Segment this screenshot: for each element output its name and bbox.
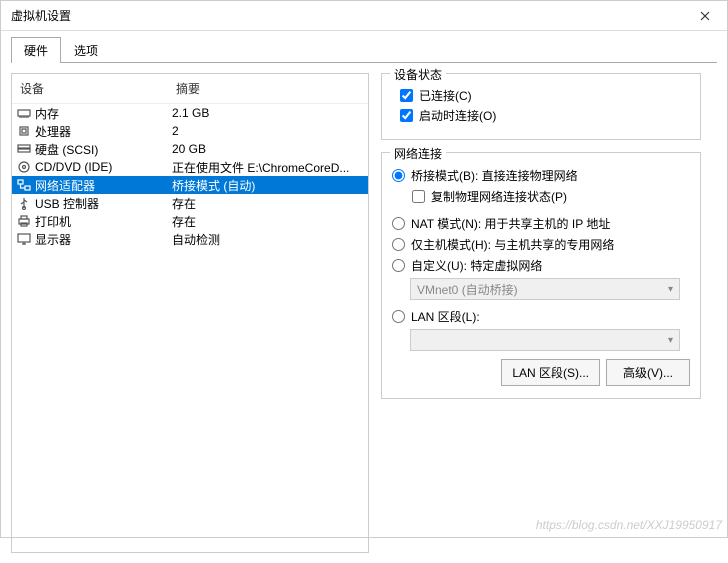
- close-icon: [700, 11, 710, 21]
- titlebar: 虚拟机设置: [1, 1, 727, 31]
- custom-radio-row[interactable]: 自定义(U): 特定虚拟网络: [392, 257, 690, 274]
- header-summary: 摘要: [176, 80, 364, 97]
- nat-radio-row[interactable]: NAT 模式(N): 用于共享主机的 IP 地址: [392, 215, 690, 232]
- chevron-down-icon: ▾: [668, 284, 673, 295]
- header-device: 设备: [16, 80, 176, 97]
- memory-icon: [16, 106, 32, 120]
- bridged-radio-row[interactable]: 桥接模式(B): 直接连接物理网络: [392, 167, 690, 184]
- settings-panel: 设备状态 已连接(C) 启动时连接(O) 网络连接 桥接模式(B): 直接连接物…: [381, 73, 701, 553]
- device-name: 显示器: [35, 231, 71, 248]
- replicate-checkbox-row[interactable]: 复制物理网络连接状态(P): [412, 188, 690, 205]
- device-status-title: 设备状态: [390, 66, 446, 83]
- nat-radio[interactable]: [392, 217, 405, 230]
- device-summary: 正在使用文件 E:\ChromeCoreD...: [172, 159, 364, 176]
- printer-icon: [16, 214, 32, 228]
- connected-label: 已连接(C): [419, 87, 472, 104]
- device-row[interactable]: 硬盘 (SCSI) 20 GB: [12, 140, 368, 158]
- bridged-radio[interactable]: [392, 169, 405, 182]
- hostonly-radio-row[interactable]: 仅主机模式(H): 与主机共享的专用网络: [392, 236, 690, 253]
- device-name: 打印机: [35, 213, 71, 230]
- cd-icon: [16, 160, 32, 174]
- device-summary: 2.1 GB: [172, 106, 364, 120]
- device-summary: 存在: [172, 213, 364, 230]
- chevron-down-icon: ▾: [668, 335, 673, 346]
- advanced-button[interactable]: 高级(V)...: [606, 359, 690, 386]
- device-list-header: 设备 摘要: [12, 74, 368, 104]
- replicate-checkbox[interactable]: [412, 190, 425, 203]
- tab-bar: 硬件 选项: [1, 31, 727, 63]
- device-row[interactable]: 显示器 自动检测: [12, 230, 368, 248]
- hostonly-radio[interactable]: [392, 238, 405, 251]
- connected-checkbox-row[interactable]: 已连接(C): [400, 87, 690, 104]
- connect-at-power-checkbox[interactable]: [400, 109, 413, 122]
- disk-icon: [16, 142, 32, 156]
- device-name: USB 控制器: [35, 195, 99, 212]
- connected-checkbox[interactable]: [400, 89, 413, 102]
- cpu-icon: [16, 124, 32, 138]
- device-summary: 存在: [172, 195, 364, 212]
- device-row[interactable]: CD/DVD (IDE) 正在使用文件 E:\ChromeCoreD...: [12, 158, 368, 176]
- lanseg-combo[interactable]: ▾: [410, 329, 680, 351]
- display-icon: [16, 232, 32, 246]
- device-name: 网络适配器: [35, 177, 95, 194]
- network-icon: [16, 178, 32, 192]
- device-summary: 桥接模式 (自动): [172, 177, 364, 194]
- network-connection-title: 网络连接: [390, 145, 446, 162]
- lanseg-radio[interactable]: [392, 310, 405, 323]
- window-title: 虚拟机设置: [11, 7, 71, 24]
- tab-hardware[interactable]: 硬件: [11, 37, 61, 63]
- device-list-panel: 设备 摘要 内存 2.1 GB 处理器 2 硬盘 (SCSI) 20 GB CD…: [11, 73, 369, 553]
- hostonly-label: 仅主机模式(H): 与主机共享的专用网络: [411, 236, 614, 253]
- network-button-row: LAN 区段(S)... 高级(V)...: [392, 359, 690, 386]
- device-row[interactable]: 处理器 2: [12, 122, 368, 140]
- device-name: 内存: [35, 105, 59, 122]
- usb-icon: [16, 196, 32, 210]
- custom-label: 自定义(U): 特定虚拟网络: [411, 257, 542, 274]
- device-name: 处理器: [35, 123, 71, 140]
- device-row[interactable]: 打印机 存在: [12, 212, 368, 230]
- device-row[interactable]: 内存 2.1 GB: [12, 104, 368, 122]
- content: 设备 摘要 内存 2.1 GB 处理器 2 硬盘 (SCSI) 20 GB CD…: [1, 63, 727, 563]
- device-list: 内存 2.1 GB 处理器 2 硬盘 (SCSI) 20 GB CD/DVD (…: [12, 104, 368, 248]
- device-summary: 20 GB: [172, 142, 364, 156]
- nat-label: NAT 模式(N): 用于共享主机的 IP 地址: [411, 215, 610, 232]
- lanseg-label: LAN 区段(L):: [411, 308, 480, 325]
- network-connection-group: 网络连接 桥接模式(B): 直接连接物理网络 复制物理网络连接状态(P) NAT…: [381, 152, 701, 399]
- device-name: CD/DVD (IDE): [35, 160, 112, 174]
- device-row[interactable]: 网络适配器 桥接模式 (自动): [12, 176, 368, 194]
- tab-options[interactable]: 选项: [61, 37, 111, 63]
- device-status-group: 设备状态 已连接(C) 启动时连接(O): [381, 73, 701, 140]
- lanseg-radio-row[interactable]: LAN 区段(L):: [392, 308, 690, 325]
- device-name: 硬盘 (SCSI): [35, 141, 98, 158]
- connect-at-power-checkbox-row[interactable]: 启动时连接(O): [400, 107, 690, 124]
- device-summary: 2: [172, 124, 364, 138]
- lan-segments-button[interactable]: LAN 区段(S)...: [501, 359, 600, 386]
- custom-radio[interactable]: [392, 259, 405, 272]
- close-button[interactable]: [682, 1, 727, 31]
- custom-network-value: VMnet0 (自动桥接): [417, 281, 518, 298]
- device-summary: 自动检测: [172, 231, 364, 248]
- custom-network-combo[interactable]: VMnet0 (自动桥接) ▾: [410, 278, 680, 300]
- connect-at-power-label: 启动时连接(O): [419, 107, 496, 124]
- device-row[interactable]: USB 控制器 存在: [12, 194, 368, 212]
- bridged-label: 桥接模式(B): 直接连接物理网络: [411, 167, 578, 184]
- replicate-label: 复制物理网络连接状态(P): [431, 188, 567, 205]
